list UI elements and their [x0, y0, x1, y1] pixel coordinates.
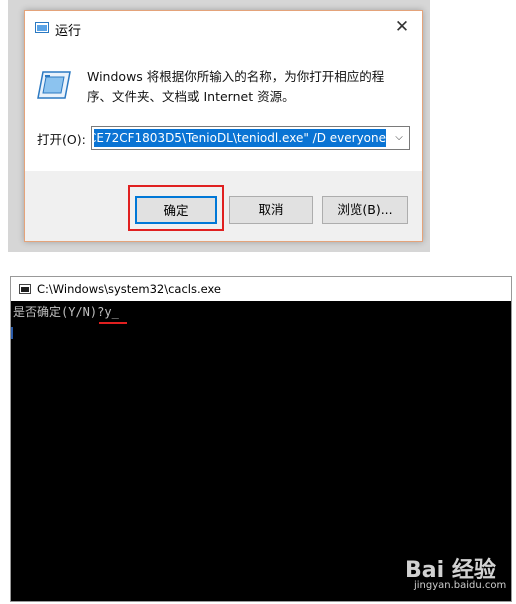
close-icon[interactable]: ✕ — [392, 17, 412, 37]
console-titlebar[interactable]: C:\Windows\system32\cacls.exe — [11, 277, 511, 301]
open-input-value: CE72CF1803D5\TenioDL\teniodl.exe" /D eve… — [94, 131, 386, 145]
run-icon — [35, 22, 49, 33]
run-dialog: 运行 ✕ Windows 将根据你所输入的名称，为你打开相应的程序、文件夹、文档… — [24, 10, 423, 242]
run-dialog-titlebar[interactable]: 运行 ✕ — [25, 11, 422, 43]
browse-button[interactable]: 浏览(B)... — [322, 196, 408, 224]
console-icon — [19, 284, 31, 294]
answer-underline — [99, 322, 127, 324]
open-label: 打开(O): — [37, 132, 86, 147]
open-input[interactable]: CE72CF1803D5\TenioDL\teniodl.exe" /D eve… — [94, 129, 386, 147]
console-title: C:\Windows\system32\cacls.exe — [37, 282, 222, 296]
open-combobox[interactable]: CE72CF1803D5\TenioDL\teniodl.exe" /D eve… — [91, 126, 410, 150]
console-prompt-line: 是否确定(Y/N)?y_ — [13, 303, 119, 320]
run-dialog-title: 运行 — [55, 24, 82, 39]
run-icon-large — [37, 71, 71, 99]
chevron-down-icon[interactable]: ⌵ — [390, 128, 408, 148]
console-caret — [11, 327, 13, 339]
run-dialog-description: Windows 将根据你所输入的名称，为你打开相应的程序、文件夹、文档或 Int… — [87, 69, 385, 104]
console-cursor: _ — [111, 305, 119, 319]
baidu-jingyan-watermark-url: jingyan.baidu.com — [414, 580, 507, 591]
cancel-button[interactable]: 取消 — [229, 196, 313, 224]
ok-button-highlight — [128, 185, 224, 231]
console-prompt-text: 是否确定(Y/N)?y — [13, 305, 112, 319]
